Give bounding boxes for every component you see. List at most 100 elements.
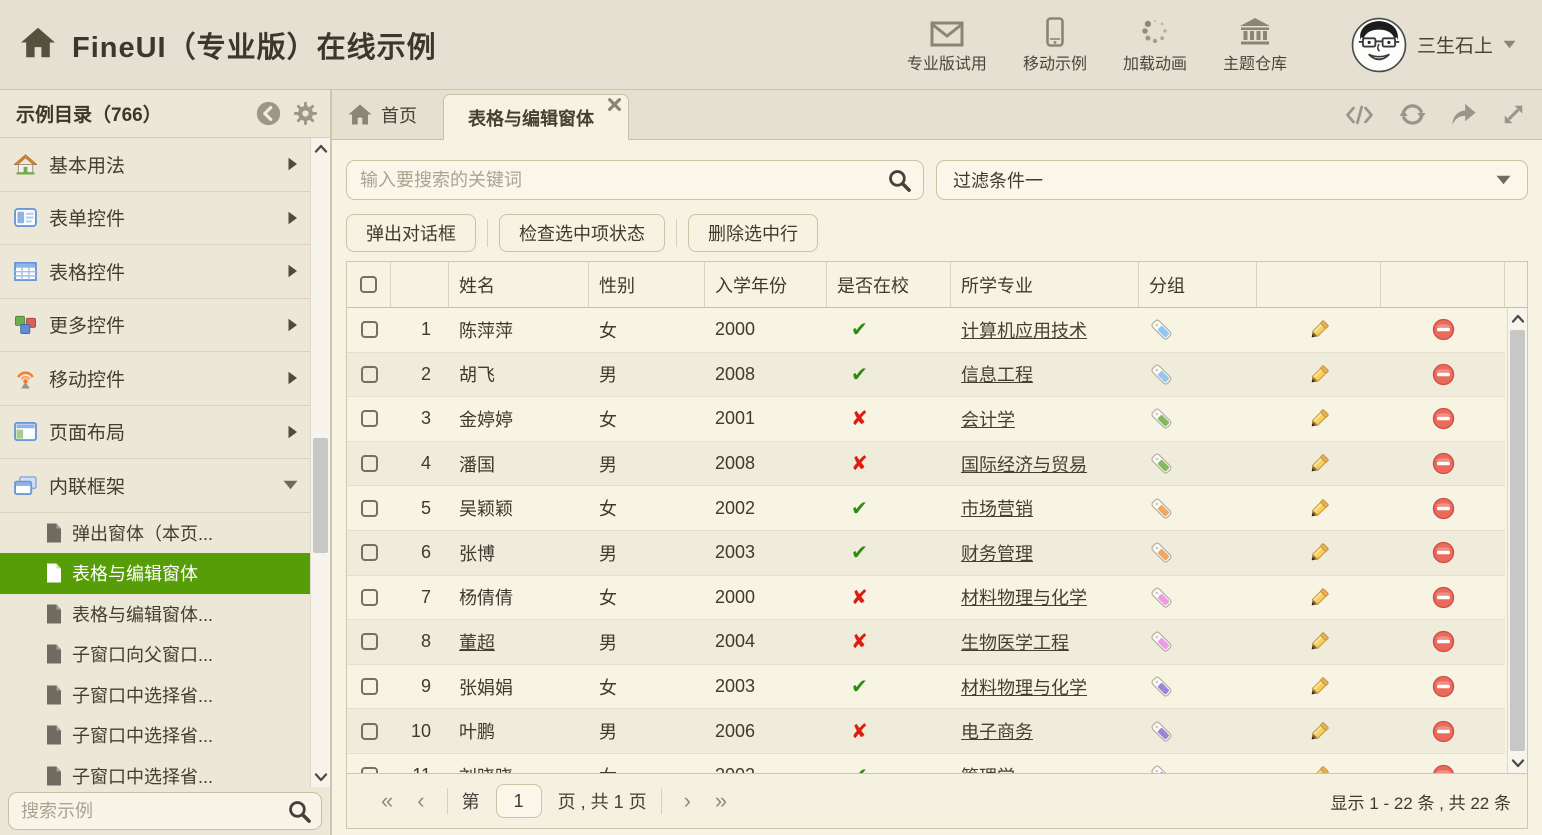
sidebar-item[interactable]: 移动控件 bbox=[0, 352, 310, 406]
tag-icon[interactable] bbox=[1149, 451, 1174, 476]
row-checkbox[interactable] bbox=[361, 410, 378, 427]
sidebar-subitem[interactable]: 子窗口向父窗口... bbox=[0, 634, 310, 675]
home-icon[interactable] bbox=[20, 27, 56, 63]
sidebar-item[interactable]: 表单控件 bbox=[0, 192, 310, 246]
tag-icon[interactable] bbox=[1149, 585, 1174, 610]
scrollbar-thumb[interactable] bbox=[313, 438, 328, 553]
row-checkbox[interactable] bbox=[361, 633, 378, 650]
edit-icon[interactable] bbox=[1307, 719, 1332, 744]
header-action-bank[interactable]: 主题仓库 bbox=[1223, 15, 1287, 74]
action-button[interactable]: 删除选中行 bbox=[688, 214, 818, 252]
edit-icon[interactable] bbox=[1307, 451, 1332, 476]
close-icon[interactable] bbox=[608, 98, 621, 111]
major-link[interactable]: 计算机应用技术 bbox=[961, 317, 1087, 343]
edit-icon[interactable] bbox=[1307, 629, 1332, 654]
scrollbar-thumb[interactable] bbox=[1510, 330, 1525, 751]
edit-icon[interactable] bbox=[1307, 362, 1332, 387]
forward-icon[interactable] bbox=[1450, 103, 1477, 126]
edit-icon[interactable] bbox=[1307, 585, 1332, 610]
sidebar-subitem[interactable]: 子窗口中选择省... bbox=[0, 675, 310, 716]
header-action-envelope[interactable]: 专业版试用 bbox=[907, 15, 987, 74]
search-icon[interactable] bbox=[887, 168, 912, 198]
tag-icon[interactable] bbox=[1149, 629, 1174, 654]
sidebar-item[interactable]: 基本用法 bbox=[0, 138, 310, 192]
page-number-input[interactable] bbox=[496, 784, 542, 818]
user-menu[interactable]: 三生石上 bbox=[1351, 17, 1542, 73]
tag-icon[interactable] bbox=[1149, 362, 1174, 387]
row-checkbox[interactable] bbox=[361, 500, 378, 517]
scroll-up-arrow[interactable] bbox=[1508, 308, 1527, 328]
delete-icon[interactable] bbox=[1431, 362, 1456, 387]
tab-grid-edit-window[interactable]: 表格与编辑窗体 bbox=[443, 94, 629, 140]
tag-icon[interactable] bbox=[1149, 317, 1174, 342]
first-page-button[interactable]: « bbox=[369, 788, 405, 814]
major-link[interactable]: 财务管理 bbox=[961, 540, 1033, 566]
major-link[interactable]: 材料物理与化学 bbox=[961, 584, 1087, 610]
action-button[interactable]: 检查选中项状态 bbox=[499, 214, 665, 252]
tag-icon[interactable] bbox=[1149, 719, 1174, 744]
sidebar-subitem[interactable]: 表格与编辑窗体 bbox=[0, 553, 310, 594]
scroll-up-arrow[interactable] bbox=[311, 138, 330, 158]
tag-icon[interactable] bbox=[1149, 406, 1174, 431]
avatar[interactable] bbox=[1351, 17, 1407, 73]
edit-icon[interactable] bbox=[1307, 317, 1332, 342]
row-checkbox[interactable] bbox=[361, 678, 378, 695]
expand-icon[interactable] bbox=[1501, 102, 1526, 127]
sidebar-subitem[interactable]: 子窗口中选择省... bbox=[0, 715, 310, 756]
major-link[interactable]: 材料物理与化学 bbox=[961, 674, 1087, 700]
row-checkbox[interactable] bbox=[361, 455, 378, 472]
collapse-sidebar-button[interactable] bbox=[256, 101, 281, 126]
major-link[interactable]: 生物医学工程 bbox=[961, 629, 1069, 655]
sidebar-item[interactable]: 表格控件 bbox=[0, 245, 310, 299]
tag-icon[interactable] bbox=[1149, 496, 1174, 521]
row-checkbox[interactable] bbox=[361, 321, 378, 338]
student-name[interactable]: 董超 bbox=[459, 629, 495, 655]
delete-icon[interactable] bbox=[1431, 763, 1456, 773]
grid-scrollbar[interactable] bbox=[1507, 308, 1527, 773]
row-checkbox[interactable] bbox=[361, 767, 378, 773]
delete-icon[interactable] bbox=[1431, 719, 1456, 744]
delete-icon[interactable] bbox=[1431, 674, 1456, 699]
edit-icon[interactable] bbox=[1307, 540, 1332, 565]
action-button[interactable]: 弹出对话框 bbox=[346, 214, 476, 252]
delete-icon[interactable] bbox=[1431, 540, 1456, 565]
major-link[interactable]: 管理学 bbox=[961, 763, 1015, 773]
search-icon[interactable] bbox=[287, 799, 312, 829]
refresh-icon[interactable] bbox=[1399, 102, 1426, 127]
row-checkbox[interactable] bbox=[361, 589, 378, 606]
edit-icon[interactable] bbox=[1307, 496, 1332, 521]
row-checkbox[interactable] bbox=[361, 366, 378, 383]
delete-icon[interactable] bbox=[1431, 317, 1456, 342]
sidebar-scrollbar[interactable] bbox=[310, 138, 330, 787]
last-page-button[interactable]: » bbox=[703, 788, 739, 814]
major-link[interactable]: 会计学 bbox=[961, 406, 1015, 432]
next-page-button[interactable]: › bbox=[672, 788, 703, 814]
keyword-search-input[interactable] bbox=[346, 160, 924, 200]
delete-icon[interactable] bbox=[1431, 585, 1456, 610]
sidebar-subitem[interactable]: 子窗口中选择省... bbox=[0, 756, 310, 788]
select-all-checkbox[interactable] bbox=[360, 276, 377, 293]
tag-icon[interactable] bbox=[1149, 540, 1174, 565]
major-link[interactable]: 市场营销 bbox=[961, 495, 1033, 521]
sidebar-search-input[interactable] bbox=[8, 792, 322, 830]
gear-icon[interactable] bbox=[293, 101, 318, 126]
prev-page-button[interactable]: ‹ bbox=[405, 788, 436, 814]
sidebar-item[interactable]: 内联框架 bbox=[0, 459, 310, 513]
tag-icon[interactable] bbox=[1149, 674, 1174, 699]
code-icon[interactable] bbox=[1344, 104, 1375, 126]
sidebar-subitem[interactable]: 表格与编辑窗体... bbox=[0, 594, 310, 635]
major-link[interactable]: 电子商务 bbox=[961, 718, 1033, 744]
row-checkbox[interactable] bbox=[361, 723, 378, 740]
row-checkbox[interactable] bbox=[361, 544, 378, 561]
major-link[interactable]: 信息工程 bbox=[961, 361, 1033, 387]
delete-icon[interactable] bbox=[1431, 496, 1456, 521]
delete-icon[interactable] bbox=[1431, 451, 1456, 476]
header-action-mobile[interactable]: 移动示例 bbox=[1023, 15, 1087, 74]
tab-home[interactable]: 首页 bbox=[332, 90, 443, 139]
header-action-spinner[interactable]: 加载动画 bbox=[1123, 15, 1187, 74]
delete-icon[interactable] bbox=[1431, 629, 1456, 654]
edit-icon[interactable] bbox=[1307, 406, 1332, 431]
filter-dropdown[interactable]: 过滤条件一 bbox=[936, 160, 1528, 200]
sidebar-subitem[interactable]: 弹出窗体（本页... bbox=[0, 513, 310, 554]
header-checkbox-cell[interactable] bbox=[347, 262, 391, 307]
